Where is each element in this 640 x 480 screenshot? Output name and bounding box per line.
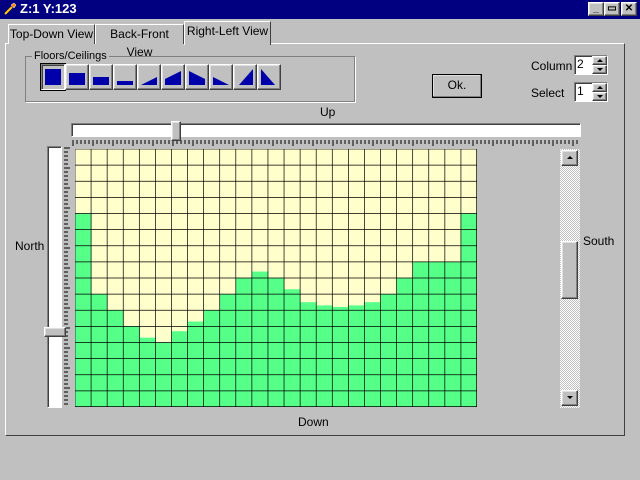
column-fill-12: [251, 271, 269, 407]
vertical-slider-thumb[interactable]: [44, 327, 66, 338]
select-up-button[interactable]: [592, 83, 607, 92]
height-grid[interactable]: [75, 149, 477, 407]
column-fill-2: [91, 294, 108, 407]
column-fill-19: [364, 302, 382, 407]
scroll-down-button[interactable]: [561, 390, 578, 406]
column-fill-4: [123, 326, 140, 407]
shape-button-4[interactable]: [113, 64, 137, 90]
shape-button-5[interactable]: [137, 64, 161, 90]
column-fill-22: [412, 261, 430, 407]
column-fill-15: [300, 302, 317, 407]
horizontal-slider-ticks: [72, 140, 578, 146]
column-fill-18: [348, 305, 365, 407]
vertical-slider-ticks: [64, 147, 70, 405]
app-icon: [4, 2, 17, 15]
low-ramp-down-icon: [213, 77, 229, 85]
select-value: 1: [577, 84, 584, 98]
tab-right-left-view[interactable]: Right-Left View: [184, 21, 271, 45]
south-label: South: [583, 234, 615, 248]
minimize-button[interactable]: _: [588, 2, 604, 16]
down-label: Down: [298, 415, 329, 429]
shape-button-9[interactable]: [233, 64, 257, 90]
shape-button-1[interactable]: [40, 63, 66, 91]
column-fill-5: [139, 337, 156, 407]
ok-button[interactable]: Ok.: [432, 74, 482, 98]
select-label: Select: [531, 86, 565, 100]
arrow-up-icon: [597, 59, 603, 62]
arrow-down-icon: [597, 95, 603, 98]
shape-button-10[interactable]: [257, 64, 281, 90]
restore-icon: ▭: [607, 3, 617, 14]
half-block-icon: [93, 77, 109, 85]
scrollbar-thumb[interactable]: [561, 240, 578, 299]
horizontal-slider-thumb[interactable]: [171, 121, 181, 141]
floors-ceilings-label: Floors/Ceilings: [32, 50, 109, 62]
column-fill-8: [187, 321, 205, 407]
column-spinner[interactable]: 2: [574, 55, 608, 75]
select-down-button[interactable]: [592, 92, 607, 101]
restore-button[interactable]: ▭: [604, 2, 620, 16]
window-title: Z:1 Y:123: [20, 1, 77, 16]
column-fill-16: [316, 305, 333, 407]
tall-block-icon: [69, 73, 85, 85]
shape-button-7[interactable]: [185, 64, 209, 90]
minimize-icon: _: [593, 3, 599, 14]
ramp-down-icon: [189, 71, 205, 85]
vertical-slider-track[interactable]: [47, 146, 62, 408]
shape-button-8[interactable]: [209, 64, 233, 90]
column-fill-23: [428, 261, 446, 407]
horizontal-slider-track[interactable]: [71, 123, 581, 137]
shape-button-2[interactable]: [65, 64, 89, 90]
shape-button-6[interactable]: [161, 64, 185, 90]
steep-ramp-down-icon: [261, 69, 275, 85]
steep-ramp-up-icon: [239, 69, 253, 85]
ramp-up-icon: [165, 71, 181, 85]
column-fill-20: [380, 294, 398, 407]
north-label: North: [15, 239, 45, 253]
scroll-up-button[interactable]: [561, 150, 578, 166]
low-block-icon: [117, 81, 133, 85]
low-ramp-up-icon: [141, 77, 157, 85]
column-fill-10: [219, 294, 237, 407]
title-bar[interactable]: Z:1 Y:123 _ ▭ ✕: [0, 0, 640, 19]
arrow-down-icon: [597, 68, 603, 71]
column-fill-14: [284, 289, 301, 407]
column-value: 2: [577, 57, 584, 71]
shape-button-3[interactable]: [89, 64, 113, 90]
arrow-down-icon: [567, 396, 573, 399]
column-label: Column: [531, 59, 573, 73]
column-down-button[interactable]: [592, 65, 607, 74]
tab-top-down-view[interactable]: Top-Down View: [8, 24, 95, 44]
up-label: Up: [320, 105, 336, 119]
close-button[interactable]: ✕: [621, 2, 637, 16]
tab-back-front-view[interactable]: Back-Front View: [95, 24, 184, 59]
close-icon: ✕: [624, 3, 634, 14]
column-up-button[interactable]: [592, 56, 607, 65]
select-spinner[interactable]: 1: [574, 82, 608, 102]
column-fill-17: [332, 307, 349, 407]
full-block-icon: [45, 69, 61, 85]
arrow-up-icon: [597, 86, 603, 89]
column-fill-24: [444, 261, 462, 407]
arrow-up-icon: [567, 156, 573, 159]
